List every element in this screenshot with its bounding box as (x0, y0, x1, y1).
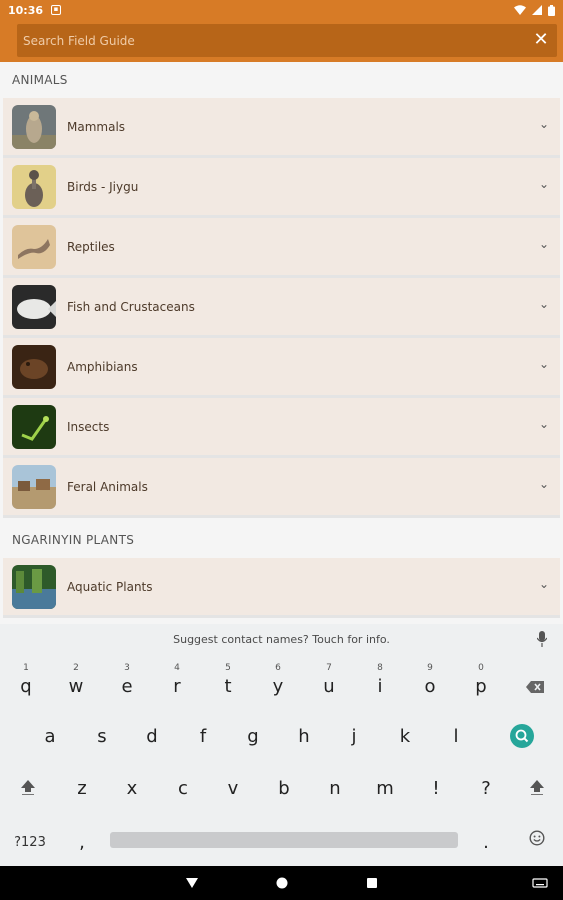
shift-icon[interactable] (8, 766, 48, 812)
list-item-label: Reptiles (67, 239, 115, 254)
key-o[interactable]: 9o (410, 663, 450, 710)
key-u[interactable]: 7u (309, 663, 349, 710)
key-h[interactable]: h (284, 714, 324, 760)
spacebar[interactable] (110, 832, 458, 848)
list-item-fish[interactable]: Fish and Crustaceans ⌄ (3, 278, 560, 338)
list-item-label: Insects (67, 419, 110, 434)
chevron-down-icon[interactable]: ⌄ (536, 236, 552, 252)
suggestion-strip[interactable]: Suggest contact names? Touch for info. (0, 624, 563, 654)
key-j[interactable]: j (334, 714, 374, 760)
insects-thumbnail (12, 404, 56, 449)
list-item-label: Mammals (67, 119, 126, 134)
chevron-down-icon[interactable]: ⌄ (536, 176, 552, 192)
key-k[interactable]: k (385, 714, 425, 760)
backspace-icon[interactable] (515, 664, 555, 710)
on-screen-keyboard: Suggest contact names? Touch for info. 1… (0, 624, 563, 866)
key-s[interactable]: s (82, 714, 122, 760)
field-guide-list: ANIMALS Mammals ⌄ Birds - Jiygu ⌄ Reptil… (0, 62, 563, 624)
key-t[interactable]: 5t (208, 663, 248, 710)
key-period[interactable]: . (466, 820, 506, 866)
back-icon[interactable] (184, 875, 200, 891)
search-input[interactable] (23, 24, 503, 57)
key-q[interactable]: 1q (6, 663, 46, 710)
notification-box-icon: ▪ (51, 5, 62, 15)
search-box: ✕ (17, 24, 557, 57)
key-f[interactable]: f (183, 714, 223, 760)
system-nav-bar (0, 866, 563, 900)
home-icon[interactable] (274, 875, 290, 891)
list-item-label: Aquatic Plants (67, 579, 153, 594)
key-l[interactable]: l (436, 714, 476, 760)
list-item-feral-animals[interactable]: Feral Animals ⌄ (3, 458, 560, 518)
close-icon[interactable]: ✕ (529, 28, 553, 52)
fish-thumbnail (12, 284, 56, 329)
key-y[interactable]: 6y (258, 663, 298, 710)
emoji-icon[interactable] (517, 820, 557, 866)
key-question[interactable]: ? (466, 766, 506, 812)
list-item-label: Amphibians (67, 359, 138, 374)
mammals-thumbnail (12, 104, 56, 149)
key-e[interactable]: 3e (107, 663, 147, 710)
key-z[interactable]: z (62, 766, 102, 812)
reptiles-thumbnail (12, 224, 56, 269)
key-b[interactable]: b (264, 766, 304, 812)
suggestion-text: Suggest contact names? Touch for info. (173, 632, 390, 646)
key-row-2: a s d f g h j k l (0, 714, 563, 764)
recents-icon[interactable] (364, 875, 380, 891)
key-g[interactable]: g (233, 714, 273, 760)
list-item-aquatic-plants[interactable]: Aquatic Plants ⌄ (3, 558, 560, 618)
key-n[interactable]: n (315, 766, 355, 812)
key-w[interactable]: 2w (56, 663, 96, 710)
keyboard-switch-icon[interactable] (532, 875, 548, 891)
key-d[interactable]: d (132, 714, 172, 760)
key-row-4: ?123 , . (0, 820, 563, 870)
key-p[interactable]: 0p (461, 663, 501, 710)
feral-animals-thumbnail (12, 464, 56, 509)
amphibians-thumbnail (12, 344, 56, 389)
key-comma[interactable]: , (62, 820, 102, 866)
status-bar: 10:36 ▪ (0, 0, 563, 20)
key-x[interactable]: x (112, 766, 152, 812)
section-header-animals: ANIMALS (12, 73, 68, 87)
key-r[interactable]: 4r (157, 663, 197, 710)
key-row-3: z x c v b n m ! ? (0, 766, 563, 816)
aquatic-plants-thumbnail (12, 564, 56, 609)
chevron-down-icon[interactable]: ⌄ (536, 476, 552, 492)
chevron-down-icon[interactable]: ⌄ (536, 576, 552, 592)
wifi-icon (514, 5, 526, 15)
key-c[interactable]: c (163, 766, 203, 812)
list-item-label: Birds - Jiygu (67, 179, 139, 194)
key-m[interactable]: m (365, 766, 405, 812)
key-exclamation[interactable]: ! (416, 766, 456, 812)
key-row-1: 1q 2w 3e 4r 5t 6y 7u 8i 9o 0p (0, 663, 563, 714)
chevron-down-icon[interactable]: ⌄ (536, 356, 552, 372)
section-header-plants: NGARINYIN PLANTS (12, 533, 135, 547)
list-item-label: Fish and Crustaceans (67, 299, 195, 314)
list-item-mammals[interactable]: Mammals ⌄ (3, 98, 560, 158)
list-item-birds[interactable]: Birds - Jiygu ⌄ (3, 158, 560, 218)
signal-icon (532, 5, 542, 15)
chevron-down-icon[interactable]: ⌄ (536, 116, 552, 132)
list-item-insects[interactable]: Insects ⌄ (3, 398, 560, 458)
app-header: ✕ (0, 20, 563, 62)
chevron-down-icon[interactable]: ⌄ (536, 296, 552, 312)
list-item-label: Feral Animals (67, 479, 148, 494)
search-key-icon[interactable] (510, 724, 534, 748)
list-item-reptiles[interactable]: Reptiles ⌄ (3, 218, 560, 278)
list-item-amphibians[interactable]: Amphibians ⌄ (3, 338, 560, 398)
battery-icon (548, 4, 555, 16)
mic-icon[interactable] (537, 631, 547, 647)
key-v[interactable]: v (213, 766, 253, 812)
shift-icon[interactable] (517, 766, 557, 812)
key-i[interactable]: 8i (360, 663, 400, 710)
birds-thumbnail (12, 164, 56, 209)
status-time: 10:36 (8, 3, 44, 17)
chevron-down-icon[interactable]: ⌄ (536, 416, 552, 432)
key-a[interactable]: a (30, 714, 70, 760)
symbols-key[interactable]: ?123 (8, 820, 52, 866)
